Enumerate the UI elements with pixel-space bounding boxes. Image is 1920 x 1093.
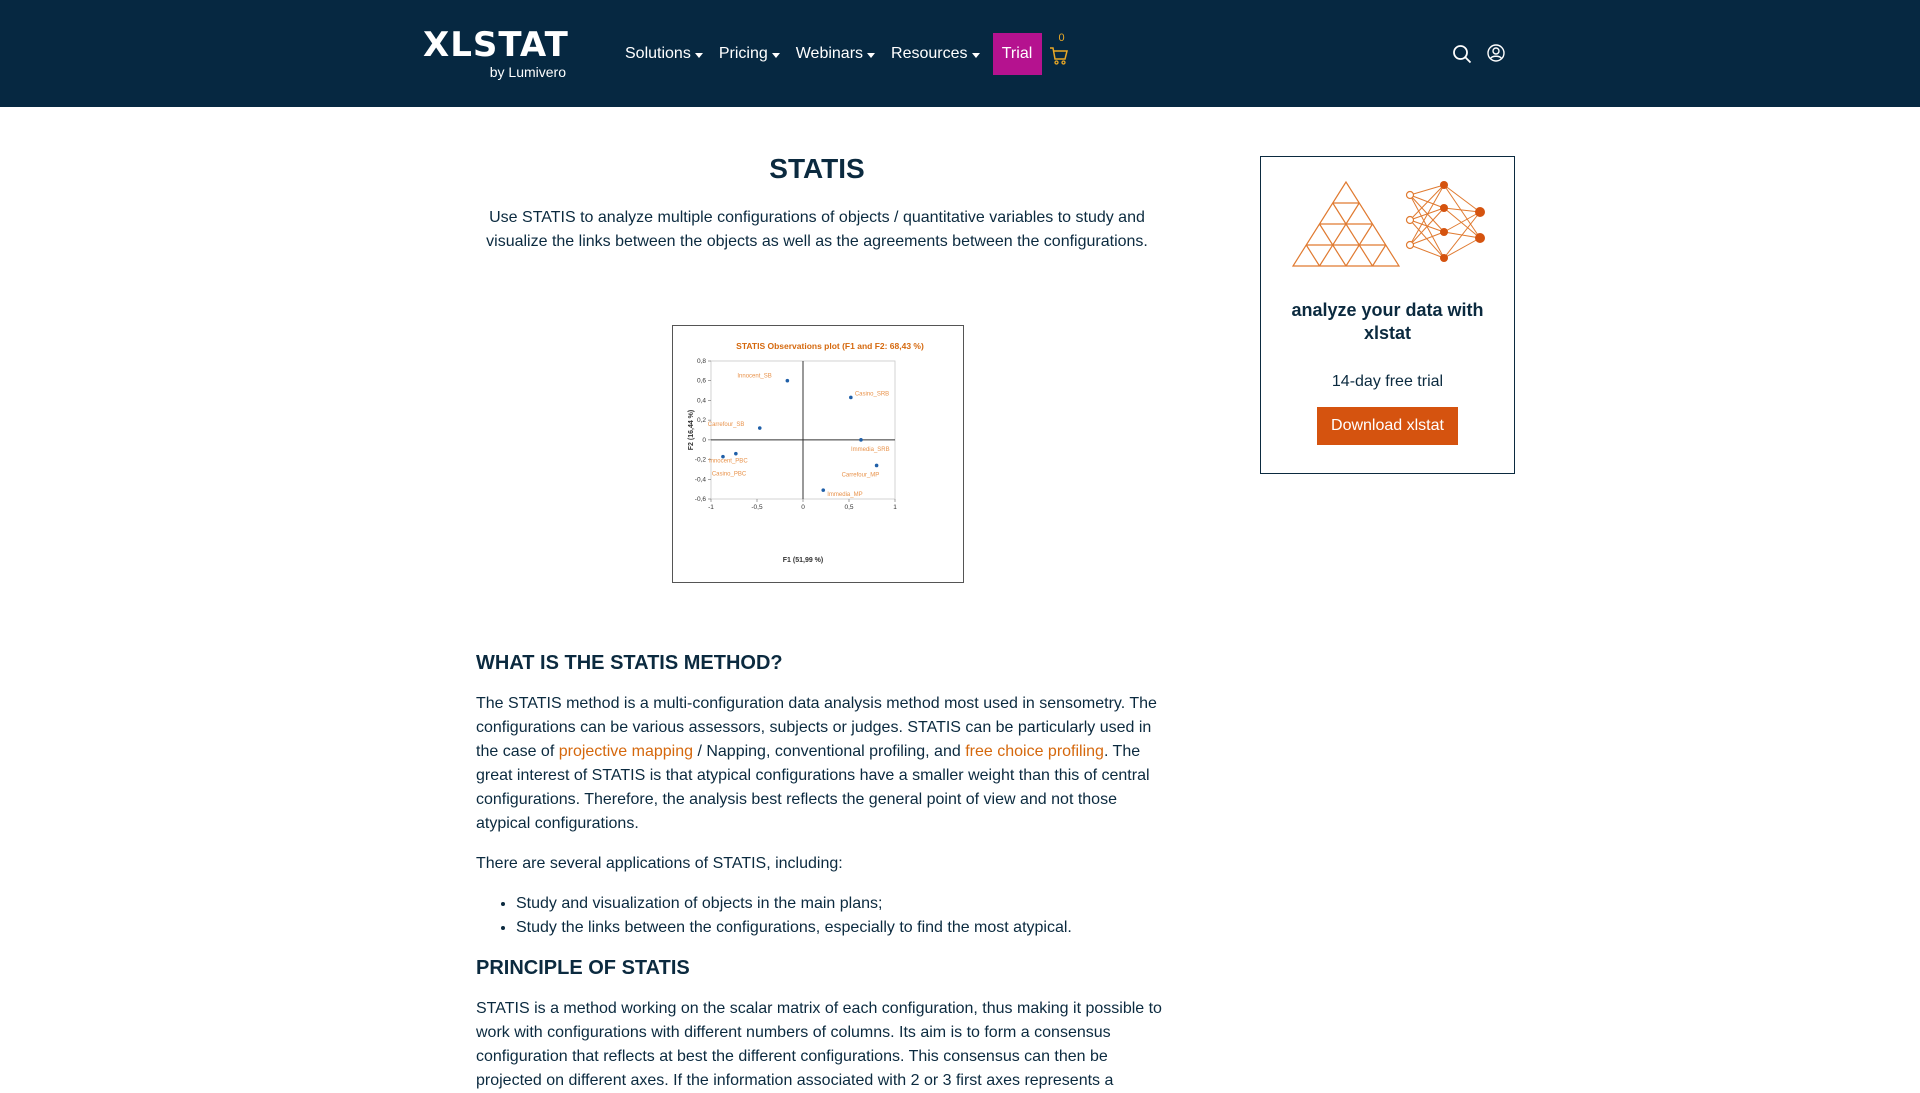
- section1-paragraph: The STATIS method is a multi-configurati…: [476, 692, 1166, 836]
- nav-resources-label: Resources: [891, 45, 968, 62]
- y-tick-label: -0,6: [695, 496, 707, 503]
- intro-text: Use STATIS to analyze multiple configura…: [486, 209, 1148, 250]
- caret-down-icon: [771, 52, 780, 58]
- search-icon[interactable]: [1452, 44, 1472, 64]
- data-point: [874, 463, 879, 468]
- nav-pricing[interactable]: Pricing: [719, 45, 780, 63]
- nav-webinars-label: Webinars: [795, 45, 864, 62]
- point-label: Casino_PBC: [712, 472, 747, 478]
- statis-observations-chart: STATIS Observations plot (F1 and F2: 68,…: [672, 325, 964, 583]
- nav-webinars[interactable]: Webinars: [795, 45, 876, 63]
- point-label: Carrefour_SB: [708, 422, 745, 428]
- user-icon[interactable]: [1487, 44, 1505, 62]
- section-heading-principle: PRINCIPLE OF STATIS: [476, 957, 690, 979]
- logo-wordmark: XLSTAT: [423, 25, 569, 65]
- list-item: Study and visualization of objects in th…: [516, 892, 1176, 916]
- x-tick-label: 1: [893, 504, 897, 511]
- point-label: Casino_SRB: [855, 391, 889, 397]
- y-tick-label: 0: [702, 437, 706, 444]
- applications-list: Study and visualization of objects in th…: [516, 892, 1176, 940]
- site-header: XLSTAT by Lumivero Solutions Pricing Web…: [0, 0, 1920, 107]
- data-analysis-illustration: [1291, 180, 1485, 267]
- cart-count-badge: 0: [1058, 32, 1065, 44]
- trial-button[interactable]: Trial: [992, 33, 1042, 75]
- page-title: STATIS: [769, 153, 865, 184]
- xlstat-logo[interactable]: XLSTAT by Lumivero: [423, 27, 568, 83]
- point-label: Carrefour_MP: [842, 472, 880, 478]
- x-tick-label: 0: [801, 504, 805, 511]
- nav-pricing-label: Pricing: [718, 45, 768, 62]
- caret-down-icon: [694, 52, 703, 58]
- y-tick-label: 0,6: [697, 378, 706, 385]
- cart-icon: [1049, 47, 1068, 65]
- x-axis-label: F1 (51,99 %): [783, 557, 823, 564]
- data-point: [859, 438, 863, 442]
- point-label: Innocent_PBC: [709, 459, 748, 465]
- nav-solutions[interactable]: Solutions: [625, 45, 703, 63]
- chart-svg: STATIS Observations plot (F1 and F2: 68,…: [688, 341, 924, 564]
- point-label: Immedia_MP: [827, 492, 862, 498]
- data-point: [785, 378, 790, 383]
- y-tick-label: -0,4: [695, 476, 707, 483]
- point-label: Immedia_SRB: [851, 447, 890, 453]
- download-xlstat-button[interactable]: Download xlstat: [1317, 407, 1458, 445]
- y-tick-label: 0,4: [697, 397, 706, 404]
- list-item: Study the links between the configuratio…: [516, 916, 1176, 940]
- cart-button[interactable]: 0: [1049, 32, 1071, 75]
- data-point: [849, 395, 853, 400]
- main-nav: Solutions Pricing Webinars Resources Tri…: [625, 32, 1071, 75]
- y-tick-label: -0,2: [695, 457, 707, 464]
- point-label: Innocent_SB: [737, 374, 771, 380]
- y-axis-label: F2 (16,44 %): [688, 410, 695, 450]
- x-tick-label: -0,5: [751, 504, 763, 511]
- promo-title: analyze your data with xlstat: [1291, 300, 1484, 343]
- section1-applications-intro: There are several applications of STATIS…: [476, 855, 843, 872]
- nav-solutions-label: Solutions: [625, 45, 691, 62]
- free-choice-profiling-link[interactable]: free choice profiling: [965, 743, 1104, 760]
- section1-text-b: / Napping, conventional profiling, and: [693, 743, 966, 760]
- caret-down-icon: [867, 52, 876, 58]
- data-point: [757, 426, 762, 430]
- section-heading-what-is: WHAT IS THE STATIS METHOD?: [476, 652, 783, 674]
- y-tick-label: 0,2: [697, 417, 706, 424]
- y-tick-label: 0,8: [697, 358, 706, 365]
- data-point: [734, 451, 738, 456]
- promo-trial-text: 14-day free trial: [1331, 373, 1444, 390]
- x-tick-label: -1: [708, 504, 714, 511]
- caret-down-icon: [971, 52, 980, 58]
- trial-promo-box: analyze your data with xlstat 14-day fre…: [1260, 156, 1515, 474]
- data-point: [821, 488, 826, 492]
- x-tick-label: 0,5: [844, 504, 853, 511]
- chart-title: STATIS Observations plot (F1 and F2: 68,…: [736, 341, 924, 351]
- section2-paragraph: STATIS is a method working on the scalar…: [476, 1000, 1162, 1089]
- logo-byline: by Lumivero: [489, 64, 566, 80]
- projective-mapping-link[interactable]: projective mapping: [559, 743, 693, 760]
- nav-resources[interactable]: Resources: [891, 45, 980, 63]
